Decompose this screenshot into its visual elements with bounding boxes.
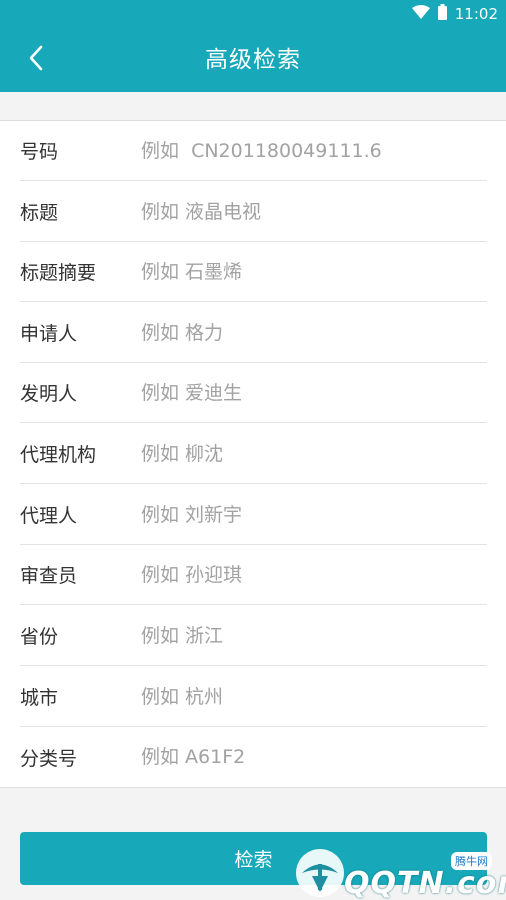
title-abstract-input[interactable] (141, 251, 487, 292)
field-row-classification: 分类号 (20, 727, 487, 787)
field-row-applicant: 申请人 (20, 303, 487, 363)
status-time: 11:02 (454, 5, 498, 23)
title-input[interactable] (141, 191, 487, 232)
number-input[interactable] (141, 130, 487, 171)
search-button-label: 检索 (234, 849, 273, 871)
field-label: 发明人 (20, 383, 78, 405)
field-row-agency: 代理机构 (20, 424, 487, 484)
field-label: 审查员 (20, 565, 78, 587)
field-label: 标题摘要 (20, 262, 97, 284)
applicant-input[interactable] (141, 312, 487, 353)
field-row-inventor: 发明人 (20, 363, 487, 423)
battery-icon (437, 4, 447, 24)
field-row-title-abstract: 标题摘要 (20, 242, 487, 302)
examiner-input[interactable] (141, 554, 487, 595)
province-input[interactable] (141, 615, 487, 656)
field-label: 标题 (20, 202, 59, 224)
field-label: 分类号 (20, 747, 78, 770)
agent-input[interactable] (141, 494, 487, 535)
field-label: 号码 (20, 141, 59, 163)
status-bar: 11:02 (0, 0, 506, 28)
field-label: 申请人 (20, 323, 78, 345)
field-row-number: 号码 (20, 121, 487, 181)
watermark-text: QQTN.com (344, 866, 506, 900)
wifi-icon (411, 5, 430, 23)
page-title: 高级检索 (205, 47, 301, 73)
inventor-input[interactable] (141, 372, 487, 413)
watermark: QQTN.com 腾牛网 (292, 846, 506, 900)
field-label: 城市 (20, 687, 59, 709)
advanced-search-form: 号码 标题 标题摘要 申请人 发明人 代理机构 代理人 审查员 省份 城市 分类… (0, 120, 506, 788)
status-icons: 11:02 (411, 3, 498, 25)
field-label: 代理机构 (20, 444, 97, 466)
field-row-title: 标题 (20, 182, 487, 242)
watermark-logo-icon (296, 849, 344, 897)
field-row-province: 省份 (20, 606, 487, 666)
field-row-examiner: 审查员 (20, 545, 487, 605)
app-bar: 高级检索 (0, 28, 506, 92)
agency-input[interactable] (141, 433, 487, 474)
field-label: 省份 (20, 626, 59, 648)
city-input[interactable] (141, 676, 487, 717)
field-row-agent: 代理人 (20, 485, 487, 545)
field-row-city: 城市 (20, 667, 487, 727)
watermark-badge: 腾牛网 (451, 852, 492, 870)
classification-input[interactable] (141, 737, 487, 777)
field-label: 代理人 (20, 505, 78, 527)
